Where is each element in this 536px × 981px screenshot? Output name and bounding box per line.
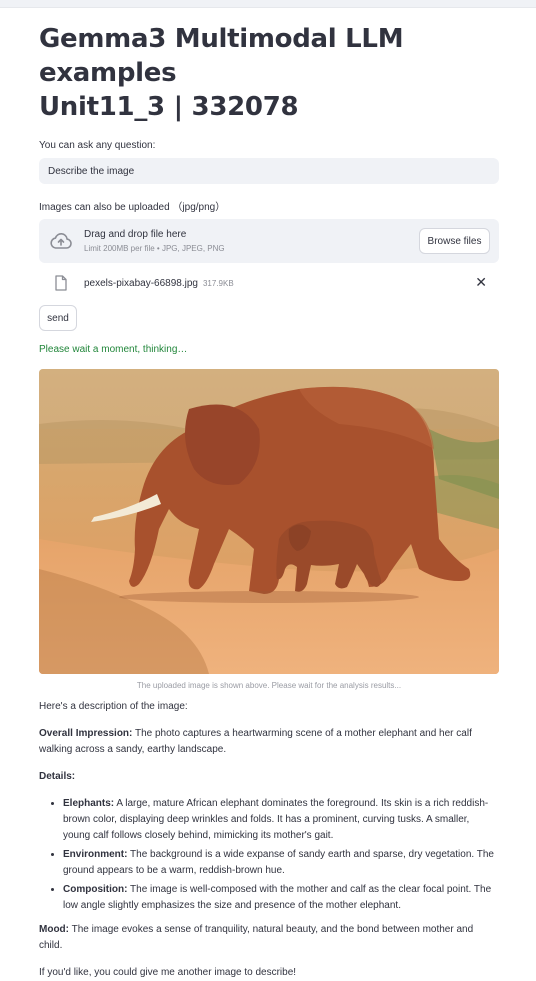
file-icon [55,275,67,291]
details-list: Elephants: A large, mature African eleph… [39,796,499,914]
mood-paragraph: Mood: The image evokes a sense of tranqu… [39,922,499,954]
file-limit-text: Limit 200MB per file • JPG, JPEG, PNG [84,244,225,253]
overall-impression: Overall Impression: The photo captures a… [39,726,499,758]
bullet-label: Composition: [63,884,128,895]
main-content: Gemma3 Multimodal LLM examples Unit11_3 … [39,22,499,981]
image-caption: The uploaded image is shown above. Pleas… [136,681,402,690]
details-heading: Details: [39,769,499,785]
drag-drop-text: Drag and drop file here [84,229,187,240]
file-size: 317.9KB [202,278,234,288]
browse-files-button[interactable]: Browse files [419,228,490,254]
list-item: Elephants: A large, mature African eleph… [63,796,499,844]
response-area: Here's a description of the image: Overa… [39,699,499,981]
close-icon[interactable]: ✕ [475,274,487,291]
bullet-label: Environment: [63,849,128,860]
question-input[interactable]: Describe the image [39,158,499,184]
mood-text: The image evokes a sense of tranquility,… [39,924,474,951]
dropzone-text: Drag and drop file here Limit 200MB per … [84,229,225,253]
title-line-2: Unit11_3 | 332078 [39,92,299,122]
cloud-upload-icon [50,233,72,249]
closing-text: If you'd like, you could give me another… [39,967,297,978]
send-button[interactable]: send [39,305,77,331]
mood-label: Mood: [39,924,69,935]
list-item: Composition: The image is well-composed … [63,882,499,914]
overall-label: Overall Impression: [39,728,133,739]
file-name: pexels-pixabay-66898.jpg [84,277,198,289]
file-dropzone[interactable]: Drag and drop file here Limit 200MB per … [39,219,499,263]
details-label: Details: [39,771,76,782]
bullet-text: A large, mature African elephant dominat… [63,798,489,841]
list-item: Environment: The background is a wide ex… [63,847,499,879]
status-message: Please wait a moment, thinking… [39,344,188,355]
response-intro: Here's a description of the image: [39,701,188,712]
top-toolbar [0,0,536,8]
bullet-text: The background is a wide expanse of sand… [63,849,494,876]
bullet-label: Elephants: [63,798,115,809]
uploaded-image [39,369,499,674]
bullet-text: The image is well-composed with the moth… [63,884,492,911]
page-title: Gemma3 Multimodal LLM examples Unit11_3 … [39,22,499,124]
question-label: You can ask any question: [39,140,156,151]
uploaded-file-row: pexels-pixabay-66898.jpg 317.9KB ✕ [39,271,499,295]
title-line-1: Gemma3 Multimodal LLM examples [39,24,404,88]
uploader-label: Images can also be uploaded （jpg/png） [39,202,226,213]
